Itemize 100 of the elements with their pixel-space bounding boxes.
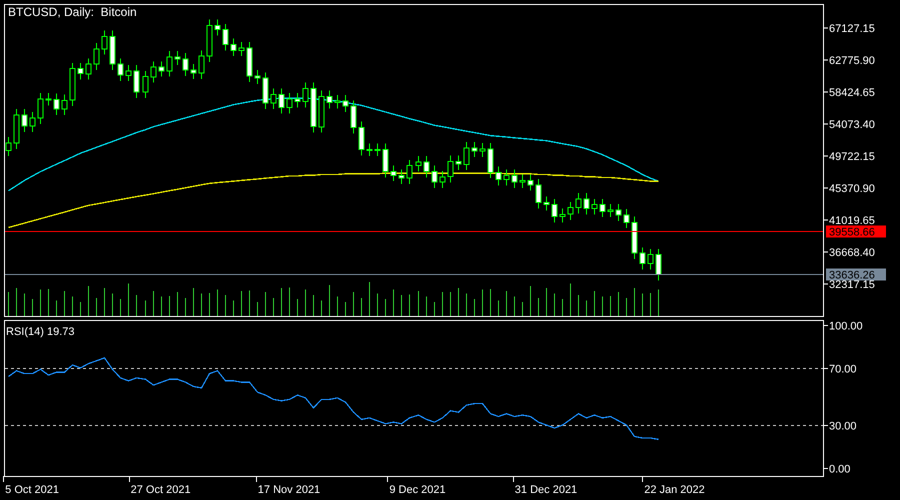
rsi-scale-label: 30.00 bbox=[829, 420, 857, 432]
candlestick bbox=[38, 92, 44, 124]
candlestick bbox=[374, 143, 380, 157]
candlestick bbox=[424, 156, 430, 178]
price-label: 54073.40 bbox=[829, 119, 875, 131]
candlestick bbox=[504, 168, 510, 186]
candlestick bbox=[536, 178, 542, 209]
price-tag: 33636.26 bbox=[826, 268, 886, 282]
price-label: 62775.90 bbox=[829, 55, 875, 67]
candlestick bbox=[528, 174, 534, 192]
candlestick bbox=[472, 142, 478, 158]
candlestick bbox=[366, 143, 372, 157]
candlestick bbox=[616, 204, 622, 222]
candlestick bbox=[94, 42, 100, 71]
candlestick bbox=[640, 246, 646, 270]
candlestick bbox=[206, 18, 212, 62]
candlestick bbox=[134, 64, 140, 99]
candlestick bbox=[432, 165, 438, 188]
candlestick bbox=[440, 170, 446, 188]
indicator-title: RSI(14) 19.73 bbox=[6, 326, 74, 338]
rsi-scale-label: 70.00 bbox=[829, 364, 857, 376]
candlestick bbox=[182, 52, 188, 76]
candlestick bbox=[254, 70, 260, 85]
candlestick bbox=[142, 70, 148, 99]
candlestick bbox=[600, 198, 606, 218]
candlestick bbox=[520, 174, 526, 188]
candlestick bbox=[222, 23, 228, 51]
candlestick bbox=[246, 42, 252, 82]
candlestick bbox=[464, 142, 470, 171]
candlestick bbox=[480, 142, 486, 158]
candlestick bbox=[30, 112, 36, 132]
candlestick bbox=[278, 88, 284, 114]
date-label: 9 Dec 2021 bbox=[389, 484, 446, 496]
date-label: 31 Dec 2021 bbox=[514, 484, 578, 496]
price-label: 32317.15 bbox=[829, 279, 875, 291]
date-label: 27 Oct 2021 bbox=[130, 484, 191, 496]
candlestick bbox=[294, 92, 300, 108]
candlestick bbox=[334, 94, 340, 109]
candlestick bbox=[126, 64, 132, 82]
candlestick bbox=[576, 192, 582, 214]
price-label: 49722.15 bbox=[829, 151, 875, 163]
chart-title: BTCUSD, Daily: Bitcoin bbox=[8, 5, 137, 19]
candlestick bbox=[270, 88, 276, 110]
candlestick bbox=[286, 92, 292, 114]
candlestick bbox=[496, 166, 502, 186]
candlestick bbox=[238, 42, 244, 57]
price-label: 45370.90 bbox=[829, 183, 875, 195]
candlestick bbox=[118, 58, 124, 82]
candlestick bbox=[110, 30, 116, 71]
candlestick bbox=[552, 198, 558, 223]
candlestick bbox=[190, 64, 196, 80]
candlestick bbox=[398, 168, 404, 185]
candlestick bbox=[390, 165, 396, 182]
candlestick bbox=[608, 204, 614, 218]
price-tag: 39558.66 bbox=[826, 226, 886, 238]
candlestick bbox=[174, 50, 180, 66]
candlestick bbox=[584, 192, 590, 215]
candlestick bbox=[22, 108, 28, 132]
candlestick bbox=[166, 50, 172, 78]
candlestick bbox=[318, 90, 324, 134]
candlestick bbox=[624, 208, 630, 229]
candlestick bbox=[648, 248, 654, 270]
candlestick bbox=[416, 156, 422, 172]
candlestick bbox=[198, 50, 204, 80]
candlestick bbox=[350, 100, 356, 134]
candlestick bbox=[86, 58, 92, 80]
candlestick bbox=[592, 198, 598, 215]
candlestick bbox=[14, 108, 20, 150]
price-label: 36668.40 bbox=[829, 247, 875, 259]
candlestick bbox=[488, 142, 494, 179]
candlestick bbox=[544, 196, 550, 212]
rsi-scale-label: 100.00 bbox=[829, 320, 863, 332]
candlestick bbox=[54, 93, 60, 116]
candlestick bbox=[46, 92, 52, 106]
candlestick bbox=[656, 248, 662, 281]
candlestick bbox=[448, 154, 454, 184]
candlestick bbox=[568, 201, 574, 221]
date-label: 22 Jan 2022 bbox=[644, 484, 705, 496]
candlestick bbox=[158, 60, 164, 78]
ref-line-label: 33636.26 bbox=[829, 270, 875, 282]
candlestick bbox=[214, 18, 220, 36]
candlestick bbox=[382, 143, 388, 178]
candlestick bbox=[310, 82, 316, 134]
candlestick bbox=[302, 82, 308, 108]
candlestick bbox=[326, 90, 332, 109]
candlestick bbox=[512, 168, 518, 188]
candlestick bbox=[62, 94, 68, 116]
candlestick bbox=[70, 62, 76, 107]
rsi-scale-label: 0.00 bbox=[829, 464, 850, 476]
candlestick bbox=[230, 38, 236, 57]
ref-line-label: 39558.66 bbox=[829, 226, 875, 238]
candlestick bbox=[262, 72, 268, 110]
candlestick bbox=[406, 159, 412, 185]
price-label: 67127.15 bbox=[829, 23, 875, 35]
candlestick bbox=[632, 216, 638, 260]
date-label: 17 Nov 2021 bbox=[258, 484, 320, 496]
candlestick bbox=[78, 62, 84, 80]
candlestick bbox=[150, 60, 156, 84]
candlestick bbox=[456, 154, 462, 171]
candlestick bbox=[342, 94, 348, 112]
